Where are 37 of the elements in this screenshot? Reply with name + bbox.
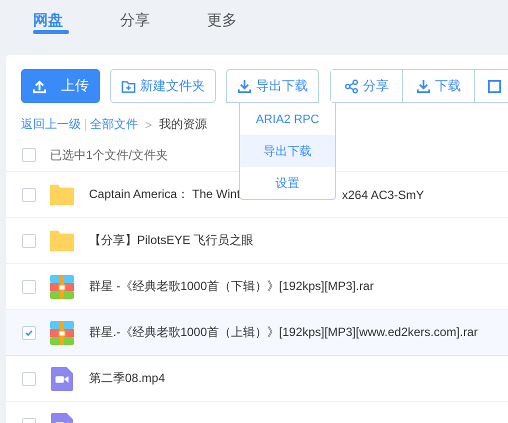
folder-plus-icon xyxy=(121,78,136,94)
tab[interactable]: 更多 xyxy=(207,0,294,45)
breadcrumb-link[interactable]: 全部文件 xyxy=(90,116,138,133)
new-folder-button[interactable]: 新建文件夹 xyxy=(110,69,216,103)
folder-icon xyxy=(49,182,75,206)
upload-icon xyxy=(32,78,47,94)
tab[interactable]: 网盘 xyxy=(33,0,120,45)
menu-item[interactable]: 导出下载 xyxy=(240,135,335,167)
export-download-button[interactable]: 导出下载 xyxy=(226,69,319,103)
file-name[interactable]: 第二季08.mp4 xyxy=(89,370,166,387)
file-name[interactable]: 【分享】PilotsEYE 飞行员之眼 xyxy=(89,232,254,249)
selection-count: 已选中1个文件/文件夹 xyxy=(50,146,168,164)
download-icon xyxy=(237,78,252,94)
share-button[interactable]: 分享 xyxy=(331,70,403,102)
checkbox[interactable] xyxy=(22,280,36,294)
checkbox[interactable] xyxy=(22,326,36,340)
download-icon xyxy=(416,78,431,94)
back-link[interactable]: 返回上一级 xyxy=(21,116,81,133)
breadcrumb-current: 我的资源 xyxy=(159,116,208,133)
upload-button[interactable]: 上传 xyxy=(21,69,100,103)
breadcrumb-separator: > xyxy=(145,118,152,132)
archive-icon xyxy=(49,274,75,298)
checkbox[interactable] xyxy=(22,234,36,248)
share-icon xyxy=(344,78,359,94)
archive-icon xyxy=(49,320,75,344)
checkbox[interactable] xyxy=(22,148,36,162)
menu-item[interactable]: ARIA2 RPC xyxy=(240,103,335,135)
checkbox[interactable] xyxy=(22,372,36,386)
check-icon xyxy=(24,328,34,338)
menu-item[interactable]: 设置 xyxy=(240,167,335,199)
checkbox[interactable] xyxy=(22,188,36,202)
tab[interactable]: 分享 xyxy=(120,0,207,45)
square-icon xyxy=(487,78,502,94)
folder-icon xyxy=(49,228,75,252)
file-name[interactable]: x264 AC3-SmY xyxy=(342,188,424,202)
file-name[interactable]: 群星 -《经典老歌1000首（下辑）》[192kps][MP3].rar xyxy=(89,278,374,295)
video-file-icon xyxy=(49,366,75,390)
